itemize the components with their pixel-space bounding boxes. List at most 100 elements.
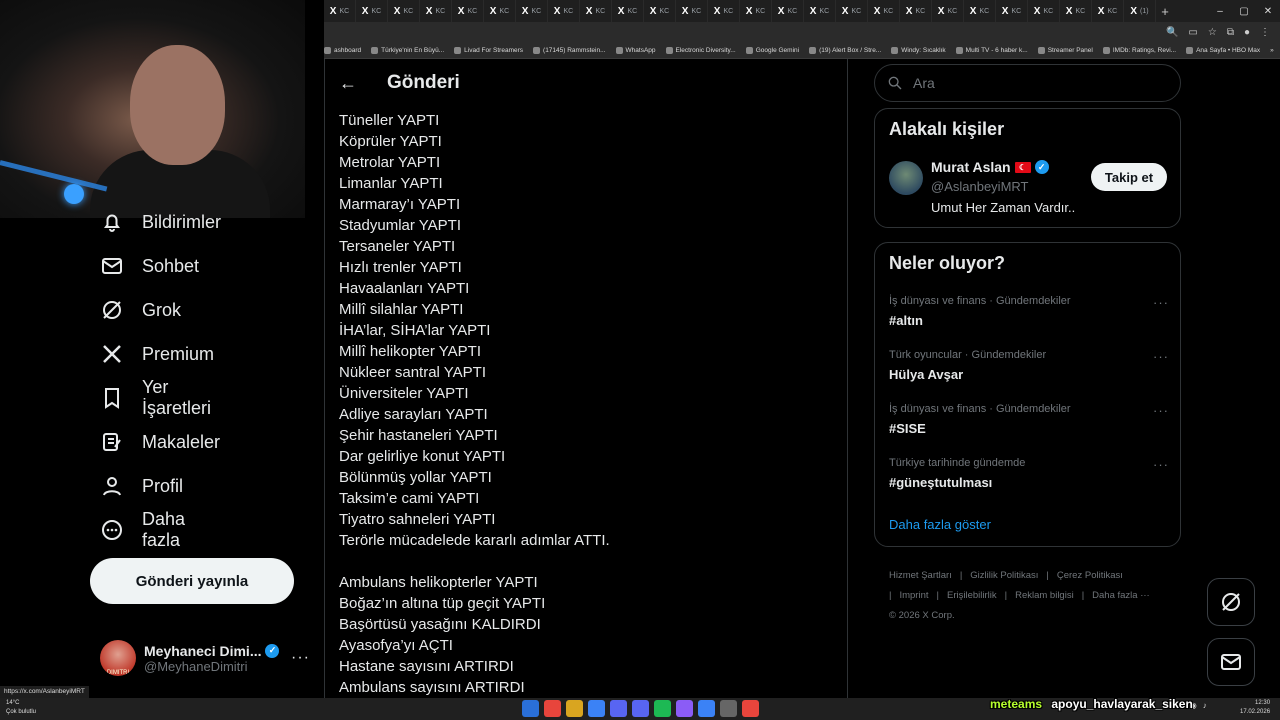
browser-tab[interactable]: X KC: [548, 0, 580, 22]
browser-tab[interactable]: X KC: [484, 0, 516, 22]
minimize-icon[interactable]: –: [1208, 6, 1232, 17]
browser-tab[interactable]: X KC: [612, 0, 644, 22]
browser-tab[interactable]: X KC: [932, 0, 964, 22]
bookmark-item[interactable]: Google Gemini: [745, 46, 799, 54]
browser-tab[interactable]: X KC: [1092, 0, 1124, 22]
bookmark-item[interactable]: Ana Sayfa • HBO Max: [1186, 46, 1260, 54]
steam-icon[interactable]: [610, 700, 627, 717]
close-icon[interactable]: ✕: [1256, 6, 1280, 17]
nav-item-yer-i̇şaretleri[interactable]: Yer İşaretleri: [100, 377, 211, 418]
bookmark-item[interactable]: Livad For Streamers: [454, 46, 523, 54]
trend-item[interactable]: Türkiye tarihinde gündemde #güneştutulmas…: [889, 457, 1169, 497]
footer-link[interactable]: Çerez Politikası: [1057, 570, 1123, 581]
discord-icon[interactable]: [632, 700, 649, 717]
back-arrow-icon[interactable]: ←: [325, 73, 371, 94]
browser-tab[interactable]: X KC: [420, 0, 452, 22]
grok-fab[interactable]: [1207, 578, 1255, 626]
obs-icon[interactable]: [720, 700, 737, 717]
app-icon[interactable]: [676, 700, 693, 717]
nav-label: Sohbet: [142, 255, 200, 276]
maximize-icon[interactable]: ▢: [1232, 6, 1256, 17]
account-more-icon[interactable]: ···: [291, 649, 310, 667]
browser-tab[interactable]: X KC: [836, 0, 868, 22]
messages-fab[interactable]: [1207, 638, 1255, 686]
browser-tab[interactable]: X KC: [964, 0, 996, 22]
new-tab-button[interactable]: +: [1156, 4, 1174, 19]
nav-item-premium[interactable]: Premium: [100, 334, 214, 374]
bookmarks-overflow-icon[interactable]: »: [1270, 47, 1274, 54]
bookmark-item[interactable]: ashboard: [324, 46, 361, 54]
browser-tab[interactable]: X KC: [772, 0, 804, 22]
more-dots-icon[interactable]: ···: [1153, 403, 1169, 418]
browser-tab[interactable]: X KC: [868, 0, 900, 22]
browser-tab[interactable]: X KC: [676, 0, 708, 22]
nav-item-grok[interactable]: Grok: [100, 290, 181, 330]
browser-tab[interactable]: X KC: [900, 0, 932, 22]
app-icon[interactable]: [588, 700, 605, 717]
footer-link[interactable]: Reklam bilgisi: [1015, 590, 1074, 601]
bookmark-item[interactable]: (17145) Rammstein...: [533, 46, 606, 54]
browser-tab[interactable]: X KC: [996, 0, 1028, 22]
browser-tab[interactable]: X KC: [1060, 0, 1092, 22]
volume-icon[interactable]: ♪: [1203, 701, 1207, 710]
browser-tab[interactable]: X KC: [580, 0, 612, 22]
browser-tab[interactable]: X KC: [740, 0, 772, 22]
browser-tab[interactable]: X KC: [804, 0, 836, 22]
footer-link[interactable]: Erişilebilirlik: [947, 590, 997, 601]
footer-link[interactable]: Imprint: [899, 590, 928, 601]
person-avatar[interactable]: [889, 161, 923, 195]
zoom-icon[interactable]: 🔍: [1166, 27, 1178, 38]
browser-tab[interactable]: X KC: [1028, 0, 1060, 22]
star-icon[interactable]: ☆: [1208, 27, 1217, 38]
footer-link[interactable]: Daha fazla ···: [1092, 590, 1150, 601]
bookmark-item[interactable]: Multi TV - 6 haber k...: [955, 46, 1028, 54]
nav-item-daha-fazla[interactable]: Daha fazla: [100, 509, 185, 550]
browser-tab[interactable]: X KC: [516, 0, 548, 22]
profile-icon[interactable]: ●: [1244, 27, 1250, 38]
show-more-link[interactable]: Daha fazla göster: [889, 517, 991, 532]
footer-link[interactable]: Gizlilik Politikası: [970, 570, 1038, 581]
nav-item-profil[interactable]: Profil: [100, 466, 183, 506]
weather-widget[interactable]: 14°C Çok bulutlu: [6, 699, 36, 717]
browser-tab[interactable]: X (1): [1124, 0, 1156, 22]
trend-item[interactable]: Türk oyuncular · Gündemdekiler Hülya Avşa…: [889, 349, 1169, 389]
bookmark-item[interactable]: IMDb: Ratings, Revi...: [1102, 46, 1176, 54]
bookmark-item[interactable]: (19) Alert Box / Stre...: [809, 46, 881, 54]
footer-link[interactable]: Hizmet Şartları: [889, 570, 952, 581]
browser-tab[interactable]: X KC: [644, 0, 676, 22]
bookmark-item[interactable]: Electronic Diversity...: [665, 46, 736, 54]
more-dots-icon[interactable]: ···: [1153, 349, 1169, 364]
search-box[interactable]: Ara: [874, 64, 1181, 102]
nav-item-makaleler[interactable]: Makaleler: [100, 422, 220, 462]
browser-tab[interactable]: X KC: [452, 0, 484, 22]
more-dots-icon[interactable]: ···: [1153, 295, 1169, 310]
menu-icon[interactable]: ⋮: [1260, 27, 1270, 38]
trend-item[interactable]: İş dünyası ve finans · Gündemdekiler #alt…: [889, 295, 1169, 335]
post-button[interactable]: Gönderi yayınla: [90, 558, 294, 604]
bookmark-item[interactable]: WhatsApp: [615, 46, 656, 54]
clock[interactable]: 12:30 17.02.2026: [1240, 699, 1270, 717]
nav-item-bildirimler[interactable]: Bildirimler: [100, 202, 221, 242]
bookmark-item[interactable]: Türkiye'nin En Büyü...: [371, 46, 444, 54]
bookmark-item[interactable]: Streamer Panel: [1037, 46, 1093, 54]
person-name[interactable]: Murat Aslan: [931, 159, 1011, 175]
bookmark-item[interactable]: Windy: Sıcaklık: [891, 46, 946, 54]
more-dots-icon[interactable]: ···: [1153, 457, 1169, 472]
browser-tab[interactable]: X KC: [324, 0, 356, 22]
trend-item[interactable]: İş dünyası ve finans · Gündemdekiler #SIS…: [889, 403, 1169, 443]
account-switcher[interactable]: DIMITRI Meyhaneci Dimi... ✓ @MeyhaneDimi…: [100, 636, 310, 680]
app-icon[interactable]: [742, 700, 759, 717]
browser-tab[interactable]: X KC: [356, 0, 388, 22]
browser-tab[interactable]: X KC: [708, 0, 740, 22]
follow-button[interactable]: Takip et: [1091, 163, 1167, 191]
extensions-icon[interactable]: ⧉: [1227, 27, 1234, 38]
nav-item-sohbet[interactable]: Sohbet: [100, 246, 199, 286]
footer-link[interactable]: © 2026 X Corp.: [889, 610, 955, 621]
cast-icon[interactable]: ▭: [1188, 27, 1197, 38]
chrome-icon[interactable]: [544, 700, 561, 717]
folder-icon[interactable]: [566, 700, 583, 717]
start-icon[interactable]: [522, 700, 539, 717]
app-icon[interactable]: [698, 700, 715, 717]
browser-tab[interactable]: X KC: [388, 0, 420, 22]
spotify-icon[interactable]: [654, 700, 671, 717]
